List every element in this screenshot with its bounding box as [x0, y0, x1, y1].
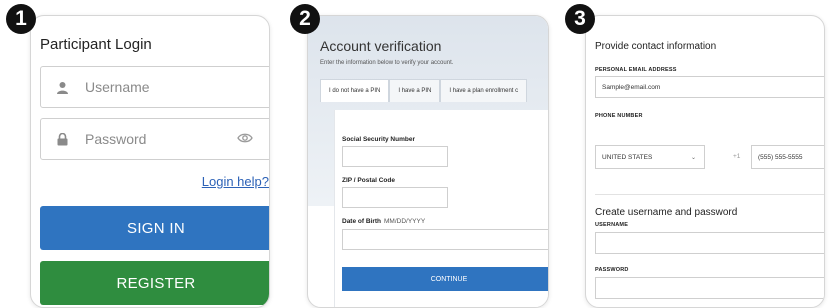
contact-panel: Provide contact information PERSONAL EMA… — [585, 15, 825, 308]
continue-button[interactable]: CONTINUE — [342, 267, 548, 291]
chevron-down-icon: ⌄ — [690, 154, 696, 161]
country-value: UNITED STATES — [602, 153, 653, 161]
contact-title: Provide contact information — [595, 41, 717, 52]
zip-input[interactable] — [342, 187, 448, 208]
user-icon — [55, 80, 69, 94]
username-placeholder: Username — [85, 79, 150, 95]
email-value: Sample@email.com — [602, 83, 661, 91]
tab-no-pin[interactable]: I do not have a PIN — [320, 79, 390, 102]
dob-hint: MM/DD/YYYY — [384, 218, 426, 225]
step-2-badge: 2 — [290, 4, 320, 34]
login-title: Participant Login — [40, 36, 152, 53]
zip-label: ZIP / Postal Code — [342, 177, 395, 184]
country-select[interactable]: UNITED STATES ⌄ — [595, 145, 705, 169]
verification-panel: Account verification Enter the informati… — [307, 15, 549, 308]
country-code: +1 — [733, 153, 741, 160]
verification-title: Account verification — [320, 38, 442, 54]
ssn-input[interactable] — [342, 146, 448, 167]
register-button[interactable]: REGISTER — [40, 261, 269, 305]
password-field[interactable]: Password — [40, 118, 269, 160]
login-help-link[interactable]: Login help? — [202, 174, 269, 189]
sign-in-button[interactable]: SIGN IN — [40, 206, 269, 250]
phone-value: (555) 555-5555 — [758, 153, 803, 161]
step-1-badge: 1 — [6, 4, 36, 34]
section-divider — [595, 194, 824, 195]
phone-label: PHONE NUMBER — [595, 113, 643, 119]
username-input[interactable] — [595, 232, 824, 254]
password-input[interactable] — [595, 277, 824, 299]
verification-subtitle: Enter the information below to verify yo… — [320, 60, 454, 66]
username-field[interactable]: Username — [40, 66, 269, 108]
password-label: PASSWORD — [595, 267, 629, 273]
dob-input[interactable] — [342, 229, 548, 250]
verification-tabs: I do not have a PIN I have a PIN I have … — [320, 79, 528, 102]
step-3-badge: 3 — [565, 4, 595, 34]
dob-label-text: Date of Birth — [342, 218, 381, 225]
credentials-title: Create username and password — [595, 207, 738, 218]
tab-plan-enrollment[interactable]: I have a plan enrollment c — [440, 79, 528, 102]
login-panel: Participant Login Username Password Logi… — [30, 15, 270, 308]
eye-icon[interactable] — [237, 131, 253, 149]
tab-have-pin[interactable]: I have a PIN — [389, 79, 441, 102]
password-placeholder: Password — [85, 131, 147, 147]
username-label: USERNAME — [595, 222, 629, 228]
lock-icon — [55, 132, 69, 146]
phone-field[interactable]: (555) 555-5555 — [751, 145, 824, 169]
ssn-label: Social Security Number — [342, 136, 415, 143]
dob-label: Date of Birth MM/DD/YYYY — [342, 218, 425, 225]
email-field[interactable]: Sample@email.com — [595, 76, 824, 98]
email-label: PERSONAL EMAIL ADDRESS — [595, 67, 677, 73]
